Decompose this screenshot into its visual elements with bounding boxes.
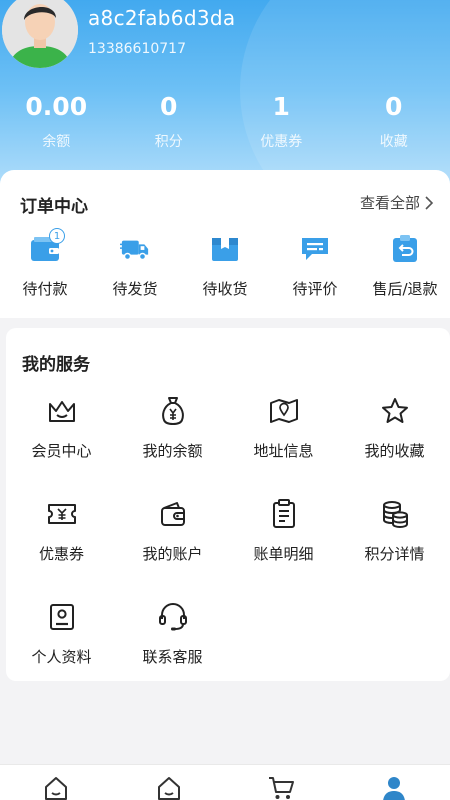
order-item-label: 待评价 [292,280,338,298]
profile-icon [47,602,77,632]
tab-category[interactable] [113,765,226,800]
phone-number: 13386610717 [88,41,186,57]
coins-icon [380,499,410,529]
order-status-row: 1 待付款 待发货 待收货 待评价 售后/退款 [0,228,450,299]
stat-label: 收藏 [379,134,408,150]
chevron-right-icon [425,195,434,210]
service-label: 会员中心 [31,442,92,460]
cart-icon [269,777,295,799]
tab-home[interactable] [0,765,113,800]
stats-row: 0.00 余额 0 积分 1 优惠券 0 收藏 [0,92,450,151]
stat-label: 余额 [42,134,71,150]
order-item-label: 待付款 [22,280,68,298]
username: a8c2fab6d3da [88,6,236,30]
stat-value: 1 [272,92,290,121]
service-label: 我的收藏 [364,442,425,460]
service-label: 我的余额 [142,442,203,460]
view-all-orders-link[interactable]: 查看全部 [360,192,434,213]
refund-icon [390,234,420,264]
stat-value: 0 [160,92,178,121]
service-label: 积分详情 [364,545,425,563]
coupon-icon [47,499,77,529]
order-pending-shipment[interactable]: 待发货 [90,234,180,299]
stat-label: 积分 [154,134,183,150]
services-grid: 会员中心 我的余额 地址信息 我的收藏 优惠券 我的账户 账单明细 积分详情 个… [6,396,450,667]
stat-balance[interactable]: 0.00 余额 [0,92,113,151]
service-label: 我的账户 [142,545,203,563]
bottom-tab-bar [0,764,450,800]
service-label: 个人资料 [31,648,92,666]
my-services-title: 我的服务 [22,355,90,375]
order-center-title: 订单中心 [20,197,88,217]
comment-icon [300,234,330,264]
order-item-label: 待收货 [202,280,248,298]
order-item-label: 待发货 [112,280,158,298]
stat-value: 0 [385,92,403,121]
service-points-details[interactable]: 积分详情 [339,499,450,564]
service-my-account[interactable]: 我的账户 [117,499,228,564]
order-pending-receipt[interactable]: 待收货 [180,234,270,299]
user-icon [382,777,405,800]
stat-label: 优惠券 [260,134,303,150]
stat-value: 0.00 [25,92,88,121]
service-personal-profile[interactable]: 个人资料 [6,602,117,667]
truck-icon [120,234,150,264]
category-icon [157,777,180,800]
service-label: 账单明细 [253,545,314,563]
star-icon [380,396,410,426]
stat-points[interactable]: 0 积分 [113,92,226,151]
service-my-balance[interactable]: 我的余额 [117,396,228,461]
service-coupons[interactable]: 优惠券 [6,499,117,564]
order-item-label: 售后/退款 [372,280,438,298]
home-icon [45,777,68,800]
account-wallet-icon [158,499,188,529]
service-label: 地址信息 [253,442,314,460]
view-all-label: 查看全部 [359,194,420,212]
order-pending-payment[interactable]: 1 待付款 [0,228,90,299]
stat-coupons[interactable]: 1 优惠券 [225,92,338,151]
service-my-favorites[interactable]: 我的收藏 [339,396,450,461]
crown-icon [47,396,77,426]
stat-favorites[interactable]: 0 收藏 [338,92,450,151]
order-after-sales[interactable]: 售后/退款 [360,234,450,299]
money-bag-icon [158,396,188,426]
service-bill-details[interactable]: 账单明细 [228,499,339,564]
pending-payment-badge: 1 [49,228,65,244]
order-center-card: 订单中心 查看全部 1 待付款 待发货 待收货 待评价 售后/退款 [0,170,450,318]
headset-icon [158,602,188,632]
avatar[interactable] [2,0,78,68]
service-address-info[interactable]: 地址信息 [228,396,339,461]
service-member-center[interactable]: 会员中心 [6,396,117,461]
bill-icon [269,499,299,529]
tab-cart[interactable] [225,765,338,800]
service-label: 优惠券 [38,545,84,563]
my-services-card: 我的服务 会员中心 我的余额 地址信息 我的收藏 优惠券 我的账户 账单明细 积… [6,328,450,681]
map-icon [269,396,299,426]
order-pending-review[interactable]: 待评价 [270,234,360,299]
service-label: 联系客服 [142,648,203,666]
service-customer-support[interactable]: 联系客服 [117,602,228,667]
tab-profile[interactable] [338,765,450,800]
package-icon [210,234,240,264]
